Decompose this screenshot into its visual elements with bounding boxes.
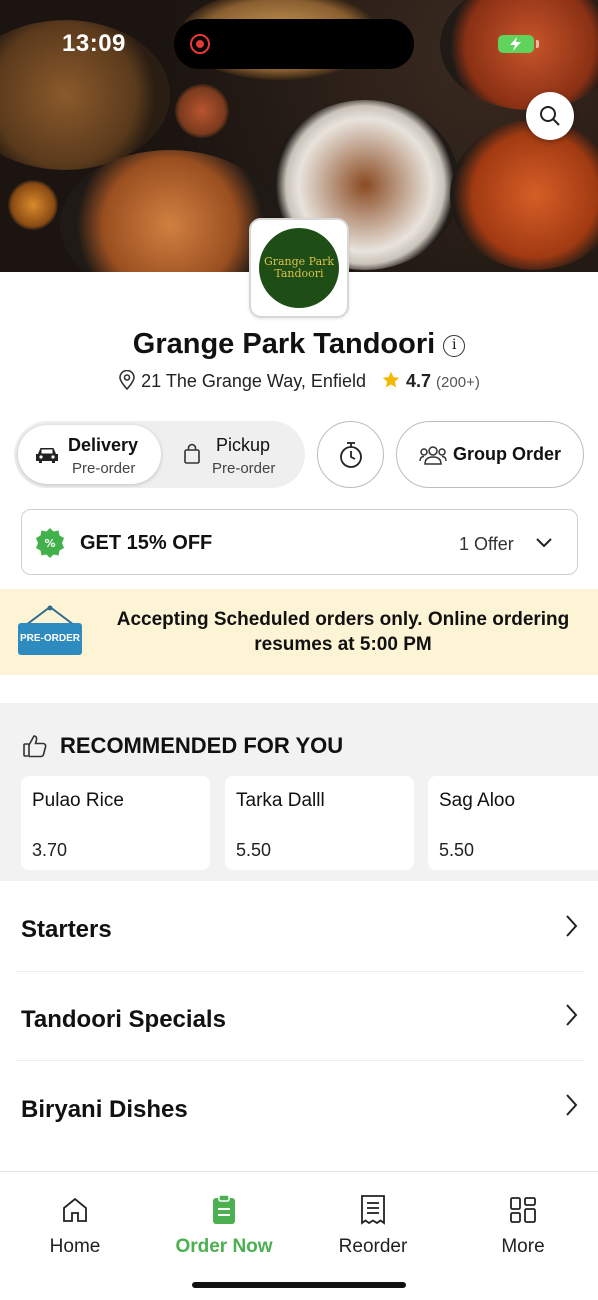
location-pin-icon bbox=[119, 369, 135, 391]
restaurant-title: Grange Park Tandoori i bbox=[0, 328, 598, 361]
order-mode-toggle: Delivery Pre-order Pickup Pre-order bbox=[14, 421, 305, 488]
delivery-label: Delivery bbox=[68, 435, 139, 455]
recommended-section: RECOMMENDED FOR YOU Pulao Rice 3.70 Tark… bbox=[0, 703, 598, 881]
category-label: Biryani Dishes bbox=[21, 1096, 188, 1123]
group-icon bbox=[419, 445, 447, 465]
recording-icon bbox=[190, 34, 210, 54]
star-icon bbox=[382, 371, 400, 388]
delivery-sub: Pre-order bbox=[72, 460, 136, 477]
category-label: Tandoori Specials bbox=[21, 1006, 226, 1033]
recommended-header: RECOMMENDED FOR YOU bbox=[22, 733, 343, 759]
recommended-card[interactable]: Pulao Rice 3.70 bbox=[21, 776, 210, 870]
chevron-down-icon bbox=[536, 538, 552, 548]
recommended-card[interactable]: Sag Aloo 5.50 bbox=[428, 776, 598, 870]
chevron-right-icon bbox=[566, 1004, 578, 1026]
address-row: 21 The Grange Way, Enfield 4.7 (200+) bbox=[0, 369, 598, 392]
recommended-card[interactable]: Tarka Dalll 5.50 bbox=[225, 776, 414, 870]
rating-value: 4.7 bbox=[406, 371, 432, 391]
bottom-nav: Home Order Now Reorder More bbox=[0, 1171, 598, 1300]
status-time: 13:09 bbox=[62, 30, 126, 57]
battery-icon bbox=[498, 35, 539, 53]
preorder-sign-icon bbox=[18, 605, 82, 655]
food-bowl-spice bbox=[175, 84, 229, 138]
nav-order-now-label: Order Now bbox=[175, 1236, 273, 1257]
info-icon[interactable]: i bbox=[443, 335, 466, 357]
receipt-icon bbox=[361, 1195, 385, 1225]
restaurant-logo: Grange Park Tandoori bbox=[249, 218, 349, 318]
category-row-starters[interactable]: Starters bbox=[16, 883, 584, 972]
nav-home-label: Home bbox=[49, 1236, 101, 1257]
grid-icon bbox=[510, 1197, 536, 1223]
rating-count: (200+) bbox=[436, 374, 480, 391]
recommended-item-price: 3.70 bbox=[32, 840, 68, 860]
stopwatch-icon bbox=[339, 441, 362, 468]
recommended-item-price: 5.50 bbox=[439, 840, 475, 860]
search-icon bbox=[540, 106, 560, 126]
pickup-option[interactable]: Pickup Pre-order bbox=[166, 425, 302, 484]
group-order-label: Group Order bbox=[452, 444, 561, 464]
restaurant-name: Grange Park Tandoori bbox=[132, 328, 436, 360]
search-button[interactable] bbox=[526, 92, 574, 140]
food-plate-tikka bbox=[440, 0, 598, 110]
shopping-bag-icon bbox=[184, 443, 200, 464]
logo-emblem: Grange Park Tandoori bbox=[259, 228, 339, 308]
preorder-banner: PRE-ORDER Accepting Scheduled orders onl… bbox=[0, 589, 598, 675]
nav-home[interactable]: Home bbox=[0, 1192, 150, 1258]
order-icon bbox=[213, 1194, 235, 1224]
category-row-biryani-dishes[interactable]: Biryani Dishes bbox=[16, 1061, 584, 1150]
recommended-item-name: Tarka Dalll bbox=[236, 790, 325, 811]
home-indicator bbox=[192, 1282, 406, 1288]
banner-message: Accepting Scheduled orders only. Online … bbox=[116, 609, 570, 655]
car-icon bbox=[36, 448, 58, 463]
address-text: 21 The Grange Way, Enfield bbox=[141, 371, 366, 391]
pickup-label: Pickup bbox=[216, 435, 271, 455]
preorder-sign-text: PRE-ORDER bbox=[19, 633, 80, 644]
svg-text:%: % bbox=[44, 537, 55, 550]
offer-dropdown[interactable]: % GET 15% OFF 1 Offer bbox=[21, 509, 578, 575]
recommended-item-price: 5.50 bbox=[236, 840, 272, 860]
food-plate-masala bbox=[450, 120, 598, 270]
recommended-item-name: Sag Aloo bbox=[439, 790, 516, 811]
offer-title: GET 15% OFF bbox=[80, 532, 213, 554]
thumbs-up-icon bbox=[23, 735, 47, 758]
food-plate-prawns bbox=[60, 150, 280, 272]
chevron-right-icon bbox=[566, 1094, 578, 1116]
offer-count: 1 Offer bbox=[459, 534, 514, 554]
schedule-button[interactable] bbox=[317, 421, 384, 488]
home-icon bbox=[63, 1197, 87, 1222]
recommended-heading: RECOMMENDED FOR YOU bbox=[60, 733, 344, 758]
nav-reorder-label: Reorder bbox=[338, 1236, 408, 1257]
chevron-right-icon bbox=[566, 915, 578, 937]
recommended-item-name: Pulao Rice bbox=[32, 790, 124, 811]
nav-more-label: More bbox=[501, 1236, 545, 1257]
nav-order-now[interactable]: Order Now bbox=[149, 1192, 299, 1258]
food-bowl-sauce bbox=[8, 180, 58, 230]
pickup-sub: Pre-order bbox=[212, 460, 276, 477]
category-row-tandoori-specials[interactable]: Tandoori Specials bbox=[16, 972, 584, 1061]
nav-reorder[interactable]: Reorder bbox=[298, 1192, 448, 1258]
discount-badge-icon: % bbox=[36, 528, 64, 558]
dynamic-island bbox=[174, 19, 414, 69]
delivery-option[interactable]: Delivery Pre-order bbox=[18, 425, 161, 484]
logo-text-line2: Tandoori bbox=[274, 267, 324, 280]
nav-more[interactable]: More bbox=[448, 1192, 598, 1258]
group-order-button[interactable]: Group Order bbox=[396, 421, 584, 488]
category-label: Starters bbox=[21, 916, 112, 943]
